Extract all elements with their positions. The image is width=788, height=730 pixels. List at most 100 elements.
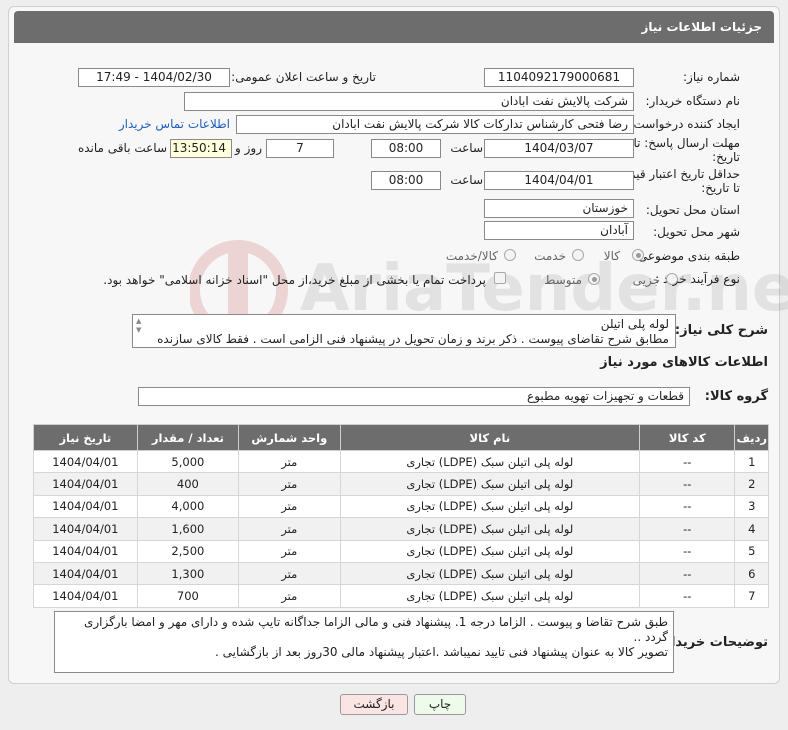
col-qty: تعداد / مقدار: [136, 424, 240, 451]
row-unit: متر: [238, 472, 341, 496]
row-unit: متر: [238, 494, 341, 519]
buyer-org-field[interactable]: شرکت پالایش نفت ابادان: [184, 92, 634, 111]
category-option-both: کالا/خدمت: [445, 249, 498, 263]
row-code: --: [639, 561, 736, 586]
row-qty: 700: [136, 584, 240, 608]
need-number-label: شماره نیاز:: [683, 70, 740, 84]
row-index: 4: [734, 517, 769, 541]
row-date: 1404/04/01: [33, 494, 138, 519]
reply-time-field[interactable]: 08:00: [371, 139, 441, 158]
row-date: 1404/04/01: [33, 517, 138, 541]
category-radio-both[interactable]: [504, 249, 516, 261]
category-radio-goods[interactable]: [632, 249, 644, 261]
row-qty: 4,000: [136, 494, 240, 519]
row-qty: 5,000: [136, 449, 240, 474]
row-name: لوله پلی اتیلن سبک (LDPE) تجاری: [339, 561, 641, 586]
treasury-note: پرداخت تمام یا بخشی از مبلغ خرید،از محل …: [103, 273, 486, 287]
row-qty: 400: [136, 472, 240, 496]
price-validity-time-field[interactable]: 08:00: [371, 171, 441, 190]
category-label: طبقه بندی موضوعی:: [633, 249, 740, 263]
goods-section-title: اطلاعات کالاهای مورد نیاز: [600, 355, 768, 370]
need-number-field[interactable]: 1104092179000681: [484, 68, 634, 87]
row-unit: متر: [238, 584, 341, 608]
goods-table-body: 1 -- لوله پلی اتیلن سبک (LDPE) تجاری متر 5,0…: [33, 449, 769, 608]
table-row[interactable]: 5 -- لوله پلی اتیلن سبک (LDPE) تجاری متر 2,5…: [33, 539, 769, 563]
treasury-checkbox[interactable]: [494, 272, 506, 284]
row-code: --: [639, 539, 736, 563]
buyer-contact-link[interactable]: اطلاعات تماس خریدار: [119, 117, 230, 131]
announce-field[interactable]: 1404/02/30 - 17:49: [78, 68, 230, 87]
row-date: 1404/04/01: [33, 584, 138, 608]
row-qty: 2,500: [136, 539, 240, 563]
row-code: --: [639, 494, 736, 519]
reply-date-field[interactable]: 1404/03/07: [484, 139, 634, 158]
general-desc-line-1: لوله پلی اتیلن: [600, 317, 669, 331]
row-index: 2: [734, 472, 769, 496]
row-name: لوله پلی اتیلن سبک (LDPE) تجاری: [339, 449, 641, 474]
row-name: لوله پلی اتیلن سبک (LDPE) تجاری: [339, 472, 641, 496]
creator-field[interactable]: رضا فتحی کارشناس تدارکات کالا شرکت پالای…: [236, 115, 634, 134]
table-row[interactable]: 2 -- لوله پلی اتیلن سبک (LDPE) تجاری متر 400…: [33, 472, 769, 496]
purchase-radio-medium[interactable]: [588, 273, 600, 285]
announce-label: تاریخ و ساعت اعلان عمومی:: [231, 70, 376, 84]
general-desc-box[interactable]: لوله پلی اتیلن مطابق شرح تقاضای پیوست . …: [132, 314, 676, 348]
buyer-notes-line-1: طبق شرح تقاضا و پیوست . الزاما درجه 1. پ…: [83, 615, 668, 644]
buyer-notes-box[interactable]: طبق شرح تقاضا و پیوست . الزاما درجه 1. پ…: [54, 611, 674, 673]
table-header-row: ردیف کد کالا نام کالا واحد شمارش تعداد /…: [33, 424, 769, 451]
col-index: ردیف: [734, 424, 769, 451]
scroll-up-icon[interactable]: ▲: [136, 317, 146, 326]
goods-group-label: گروه کالا:: [704, 389, 768, 404]
row-unit: متر: [238, 517, 341, 541]
days-label: روز و: [235, 141, 262, 155]
price-validity-label-2: تا تاریخ:: [701, 181, 740, 195]
purchase-option-minor: جزیی: [632, 273, 660, 287]
row-qty: 1,600: [136, 517, 240, 541]
col-name: نام کالا: [339, 424, 641, 451]
scroll-down-icon[interactable]: ▼: [136, 326, 146, 335]
row-name: لوله پلی اتیلن سبک (LDPE) تجاری: [339, 517, 641, 541]
remaining-time-field: 13:50:14: [170, 139, 232, 158]
buyer-org-label: نام دستگاه خریدار:: [645, 94, 741, 108]
row-code: --: [639, 472, 736, 496]
category-option-goods: کالا: [603, 249, 620, 263]
table-row[interactable]: 4 -- لوله پلی اتیلن سبک (LDPE) تجاری متر 1,6…: [33, 517, 769, 541]
goods-group-field[interactable]: قطعات و تجهیزات تهویه مطبوع: [138, 387, 690, 406]
reply-time-label: ساعت: [450, 141, 483, 155]
row-unit: متر: [238, 561, 341, 586]
reply-deadline-label: مهلت ارسال پاسخ: تا: [633, 136, 740, 150]
row-code: --: [639, 584, 736, 608]
row-index: 1: [734, 449, 769, 474]
row-code: --: [639, 449, 736, 474]
table-row[interactable]: 1 -- لوله پلی اتیلن سبک (LDPE) تجاری متر 5,0…: [33, 449, 769, 474]
row-date: 1404/04/01: [33, 472, 138, 496]
category-radio-service[interactable]: [572, 249, 584, 261]
print-button[interactable]: چاپ: [414, 694, 466, 715]
general-desc-line-2: مطابق شرح تقاضای پیوست . ذکر برند و زمان…: [157, 332, 669, 346]
desc-scroll-arrows[interactable]: ▲ ▼: [136, 317, 146, 335]
col-date: تاریخ نیاز: [33, 424, 138, 451]
city-field[interactable]: آبادان: [484, 221, 634, 240]
buyer-notes-label: توضیحات خریدار:: [658, 635, 768, 650]
purchase-radio-minor[interactable]: [666, 273, 678, 285]
row-unit: متر: [238, 449, 341, 474]
row-code: --: [639, 517, 736, 541]
purchase-option-medium: متوسط: [544, 273, 582, 287]
price-validity-time-label: ساعت: [450, 173, 483, 187]
table-row[interactable]: 6 -- لوله پلی اتیلن سبک (LDPE) تجاری متر 1,3…: [33, 561, 769, 586]
back-button[interactable]: بازگشت: [340, 694, 408, 715]
table-row[interactable]: 7 -- لوله پلی اتیلن سبک (LDPE) تجاری متر 700…: [33, 584, 769, 608]
col-code: کد کالا: [639, 424, 736, 451]
row-index: 7: [734, 584, 769, 608]
general-desc-label: شرح کلی نیاز:: [674, 323, 768, 338]
reply-deadline-label-2: تاریخ:: [712, 150, 740, 164]
row-name: لوله پلی اتیلن سبک (LDPE) تجاری: [339, 539, 641, 563]
row-index: 6: [734, 561, 769, 586]
row-name: لوله پلی اتیلن سبک (LDPE) تجاری: [339, 494, 641, 519]
row-date: 1404/04/01: [33, 449, 138, 474]
remaining-label: ساعت باقی مانده: [77, 141, 167, 155]
price-validity-date-field[interactable]: 1404/04/01: [484, 171, 634, 190]
days-field[interactable]: 7: [266, 139, 334, 158]
goods-table: ردیف کد کالا نام کالا واحد شمارش تعداد /…: [33, 424, 769, 608]
table-row[interactable]: 3 -- لوله پلی اتیلن سبک (LDPE) تجاری متر 4,0…: [33, 494, 769, 519]
province-field[interactable]: خوزستان: [484, 199, 634, 218]
